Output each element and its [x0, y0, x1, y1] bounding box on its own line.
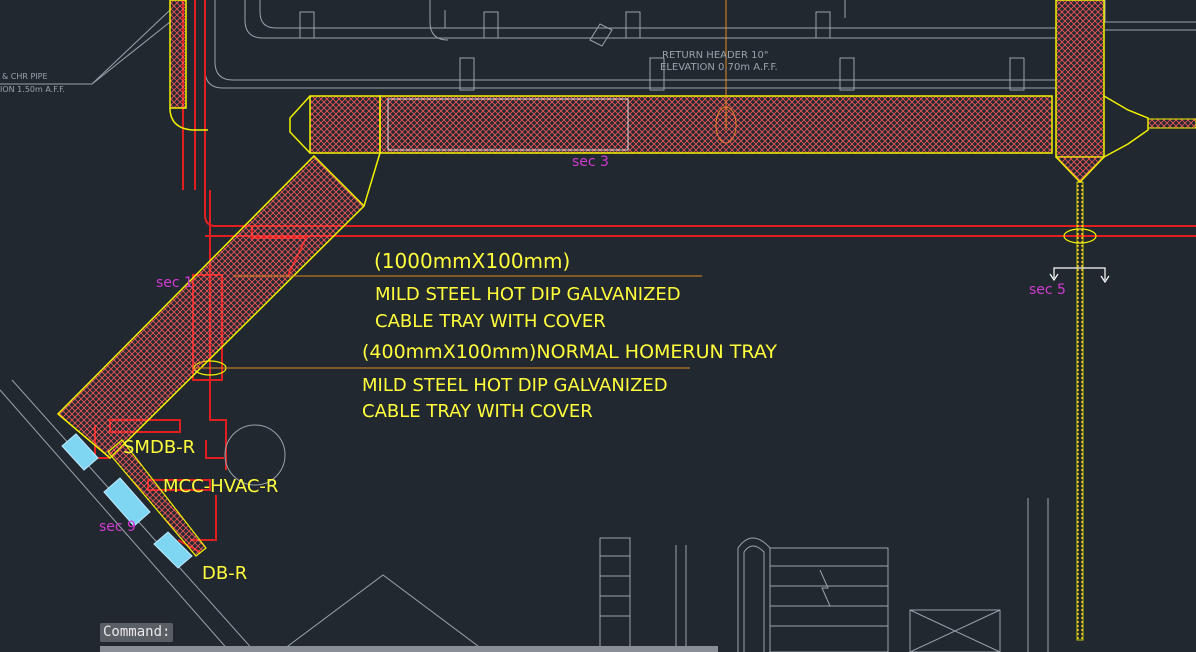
section-label-sec9: sec 9: [99, 519, 136, 535]
vertical-tray-top-left[interactable]: [169, 0, 187, 109]
tray-right-stub: [1147, 118, 1196, 129]
tray-400-size-label: (400mmX100mm)NORMAL HOMERUN TRAY: [362, 341, 777, 363]
pipe-note-chr-elevation: ION 1.50m A.F.F.: [0, 85, 65, 94]
tray-1000-size-label: (1000mmX100mm): [374, 249, 570, 273]
section-label-sec3: sec 3: [572, 154, 609, 170]
pipe-note-chr: & CHR PIPE: [2, 72, 48, 81]
homerun-tray-vertical[interactable]: [1076, 181, 1084, 641]
section-label-sec5: sec 5: [1029, 282, 1066, 298]
tray-1000-description-line2: CABLE TRAY WITH COVER: [375, 311, 606, 332]
panel-label-smdb-r: SMDB-R: [123, 437, 195, 458]
tray-taper-bottom-right: [1055, 156, 1105, 184]
pipe-note-elevation: ELEVATION 0.70m A.F.F.: [660, 62, 778, 73]
pipe-note-return-header: RETURN HEADER 10": [662, 50, 768, 61]
command-input[interactable]: [100, 646, 718, 652]
command-prompt-label: Command:: [100, 623, 174, 642]
main-horizontal-tray[interactable]: [379, 95, 1053, 154]
vertical-tray-right[interactable]: [1055, 0, 1105, 158]
tray-1000-description-line1: MILD STEEL HOT DIP GALVANIZED: [375, 284, 681, 305]
tray-reducer-left: [289, 95, 311, 154]
tray-400-description-line1: MILD STEEL HOT DIP GALVANIZED: [362, 375, 668, 396]
tray-reducer-right: [1103, 95, 1149, 158]
drawing-canvas[interactable]: (1000mmX100mm) MILD STEEL HOT DIP GALVAN…: [0, 0, 1196, 652]
cable-tray-network[interactable]: [56, 0, 1196, 641]
tray-junction-box[interactable]: [309, 95, 381, 154]
panel-label-mcc-hvac-r: MCC-HVAC-R: [163, 476, 278, 497]
panel-label-db-r: DB-R: [202, 563, 247, 584]
tray-bend-joint: [363, 152, 381, 207]
tray-corner-top-left: [169, 107, 208, 131]
section-label-sec1: sec 1: [156, 275, 193, 291]
tray-400-description-line2: CABLE TRAY WITH COVER: [362, 401, 593, 422]
